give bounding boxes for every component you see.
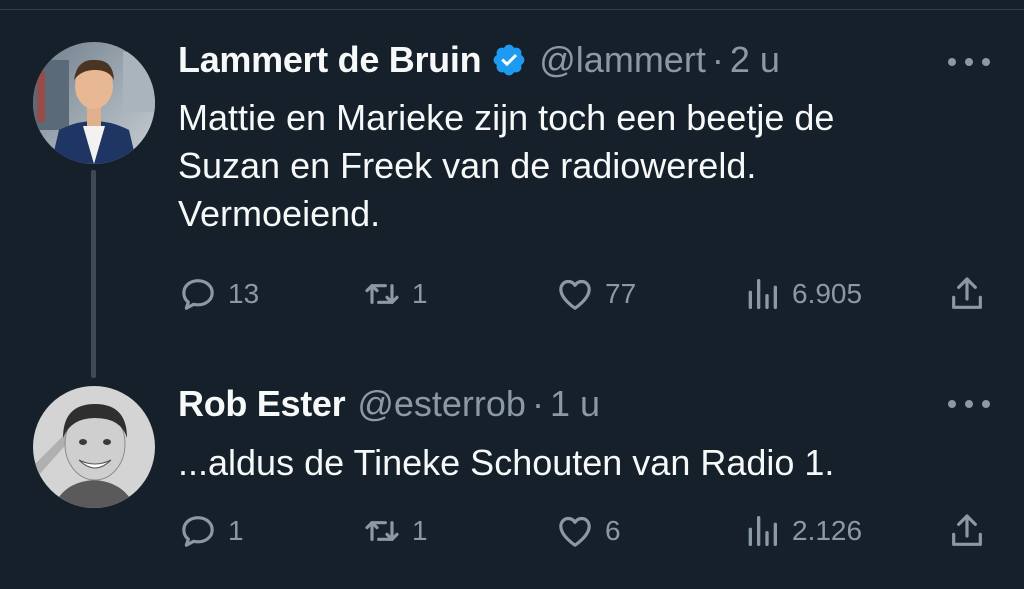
action-bar: 13 1 77 6.905 (0, 272, 1024, 316)
retweet-count: 1 (412, 278, 428, 309)
tweet-header: Rob Ester @esterrob · 1 u (178, 382, 600, 426)
views-count: 2.126 (792, 515, 863, 546)
verified-badge-icon (491, 42, 527, 78)
avatar-rob[interactable] (33, 386, 155, 508)
share-icon (952, 277, 982, 309)
tweet-lammert[interactable]: Lammert de Bruin @lammert · 2 u Mattie e… (0, 0, 1024, 380)
tweet-text: ...aldus de Tineke Schouten van Radio 1. (178, 442, 835, 483)
like-count: 77 (605, 278, 637, 309)
like-button[interactable]: 77 (555, 272, 636, 316)
like-button[interactable]: 6 (555, 509, 621, 553)
more-dots-icon[interactable] (948, 398, 990, 410)
reply-button[interactable]: 13 (178, 272, 259, 316)
share-icon (952, 514, 982, 546)
author-handle[interactable]: @lammert (539, 39, 706, 81)
author-name[interactable]: Lammert de Bruin (178, 39, 482, 81)
views-button[interactable]: 2.126 (742, 509, 862, 553)
reply-button[interactable]: 1 (178, 509, 244, 553)
reply-count: 13 (228, 278, 260, 309)
views-count: 6.905 (792, 278, 863, 309)
reply-icon (182, 516, 214, 547)
separator-dot: · (711, 39, 724, 80)
author-handle[interactable]: @esterrob (357, 383, 526, 425)
action-bar: 1 1 6 2.126 (0, 509, 1024, 553)
more-dots-icon[interactable] (948, 56, 990, 68)
views-bar-chart-icon (748, 516, 777, 546)
retweet-icon (365, 521, 399, 541)
retweet-count: 1 (412, 515, 428, 546)
share-button[interactable] (947, 509, 987, 553)
author-name[interactable]: Rob Ester (178, 383, 346, 425)
tweet-header: Lammert de Bruin @lammert · 2 u (178, 38, 780, 82)
like-count: 6 (605, 515, 621, 546)
reply-icon (182, 279, 214, 310)
retweet-button[interactable]: 1 (362, 272, 428, 316)
separator-dot: · (531, 383, 544, 424)
views-bar-chart-icon (748, 279, 777, 309)
avatar-lammert[interactable] (33, 42, 155, 164)
share-button[interactable] (947, 272, 987, 316)
timestamp[interactable]: 2 u (730, 39, 780, 81)
retweet-button[interactable]: 1 (362, 509, 428, 553)
tweet-rob[interactable]: Rob Ester @esterrob · 1 u ...aldus de Ti… (0, 380, 1024, 589)
heart-icon (559, 516, 591, 547)
retweet-icon (365, 284, 399, 304)
views-button[interactable]: 6.905 (742, 272, 862, 316)
heart-icon (559, 279, 591, 310)
tweet-text: Mattie en Marieke zijn toch een beetje d… (178, 97, 835, 234)
timestamp[interactable]: 1 u (550, 383, 600, 425)
reply-count: 1 (228, 515, 244, 546)
